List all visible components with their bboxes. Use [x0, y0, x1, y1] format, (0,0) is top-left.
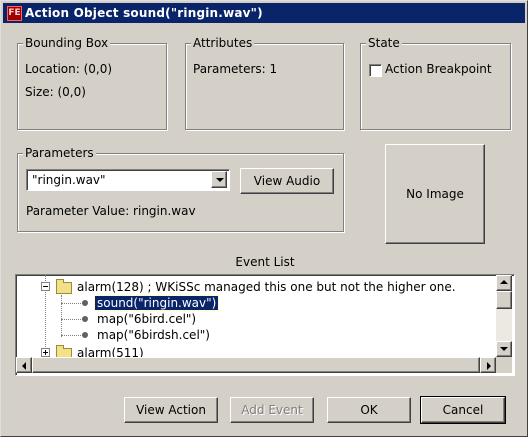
parameters-group: Parameters "ringin.wav" View Audio Param…: [17, 146, 344, 232]
action-breakpoint-label[interactable]: Action Breakpoint: [385, 62, 492, 76]
action-object-dialog: FE Action Object sound("ringin.wav") Bou…: [0, 0, 528, 437]
view-audio-button[interactable]: View Audio: [240, 168, 334, 194]
event-tree[interactable]: alarm(128) ; WKiSSc managed this one but…: [15, 274, 515, 376]
vertical-scrollbar[interactable]: [496, 275, 512, 357]
parameters-count-label: Parameters: 1: [193, 62, 278, 76]
minus-mark: [43, 286, 48, 287]
scroll-h-thumb[interactable]: [32, 357, 480, 373]
arrow-right-icon: [487, 362, 491, 370]
window-title: Action Object sound("ringin.wav"): [25, 6, 263, 20]
leaf-node-icon: [82, 316, 88, 322]
scroll-right-button[interactable]: [480, 357, 496, 373]
arrow-up-icon: [500, 280, 508, 284]
attributes-title: Attributes: [191, 36, 255, 50]
bounding-box-group: Bounding Box Location: (0,0) Size: (0,0): [17, 36, 167, 130]
plus-mark-v: [45, 350, 46, 355]
location-label: Location: (0,0): [25, 62, 113, 76]
scroll-corner: [496, 357, 512, 373]
scroll-up-button[interactable]: [496, 275, 512, 291]
title-bar[interactable]: FE Action Object sound("ringin.wav"): [3, 3, 525, 23]
size-label: Size: (0,0): [25, 85, 86, 99]
chevron-down-icon: [216, 178, 224, 182]
cancel-button[interactable]: Cancel: [420, 396, 506, 424]
dropdown-arrow-button[interactable]: [211, 171, 227, 188]
event-list-title: Event List: [235, 255, 295, 269]
app-icon[interactable]: FE: [7, 6, 22, 21]
scroll-down-button[interactable]: [496, 341, 512, 357]
scroll-left-button[interactable]: [16, 357, 32, 373]
tree-guide-line: [61, 295, 62, 337]
add-event-button[interactable]: Add Event: [230, 397, 314, 423]
leaf-node-icon: [82, 332, 88, 338]
expand-icon[interactable]: [41, 348, 50, 357]
view-action-button[interactable]: View Action: [124, 397, 218, 423]
attributes-group: Attributes Parameters: 1: [185, 36, 344, 130]
tree-item-sound[interactable]: sound("ringin.wav"): [93, 295, 220, 311]
parameter-select[interactable]: "ringin.wav": [26, 169, 230, 191]
parameters-title: Parameters: [23, 146, 96, 160]
folder-icon: [56, 279, 72, 294]
tree-item-map-6birdsh[interactable]: map("6birdsh.cel"): [97, 327, 210, 343]
state-group: State Action Breakpoint: [360, 36, 511, 130]
tree-item-alarm-128[interactable]: alarm(128) ; WKiSSc managed this one but…: [77, 279, 456, 295]
parameter-value-label: Parameter Value: ringin.wav: [26, 204, 196, 218]
scroll-thumb[interactable]: [496, 291, 512, 309]
no-image-label: No Image: [406, 187, 464, 201]
ok-button[interactable]: OK: [327, 397, 411, 423]
image-preview: No Image: [385, 144, 485, 244]
leaf-node-icon: [82, 300, 88, 306]
state-title: State: [366, 36, 402, 50]
collapse-icon[interactable]: [41, 282, 50, 291]
selected-item-label: sound("ringin.wav"): [93, 295, 220, 311]
parameter-select-value: "ringin.wav": [32, 173, 106, 187]
bounding-box-title: Bounding Box: [23, 36, 111, 50]
arrow-left-icon: [22, 362, 26, 370]
horizontal-scrollbar[interactable]: [16, 357, 496, 373]
arrow-down-icon: [500, 347, 508, 351]
tree-item-map-6bird[interactable]: map("6bird.cel"): [97, 311, 196, 327]
action-breakpoint-checkbox[interactable]: [369, 64, 382, 77]
